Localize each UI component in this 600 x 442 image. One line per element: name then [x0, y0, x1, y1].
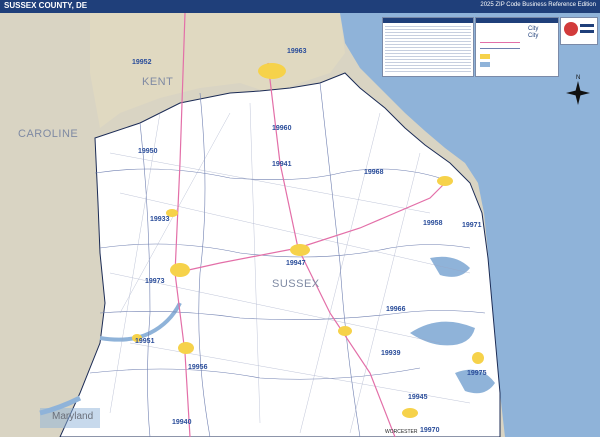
zip-label: 19940	[172, 419, 192, 426]
legend-city-2: City	[528, 33, 539, 39]
compass-north-label: N	[576, 75, 580, 81]
legend-urban-swatch	[480, 54, 490, 59]
region-kent: KENT	[142, 76, 173, 88]
title-bar: SUSSEX COUNTY, DE 2025 ZIP Code Business…	[0, 0, 600, 13]
logo-text-bar	[580, 24, 594, 27]
urban-lewes	[437, 176, 453, 186]
urban-millsboro	[338, 326, 352, 336]
zip-label: 19947	[286, 260, 306, 267]
legend-zip-line	[480, 48, 520, 49]
zip-label: 19950	[138, 148, 158, 155]
publisher-logo	[560, 17, 598, 45]
zip-label: 19941	[272, 161, 292, 168]
legend-water-swatch	[480, 62, 490, 67]
map-legend-header	[476, 18, 558, 23]
urban-laurel	[178, 342, 194, 354]
zip-label: 19970	[420, 427, 440, 434]
urban-milford	[258, 63, 286, 79]
zip-legend-header	[383, 18, 473, 23]
zip-label: 19945	[408, 394, 428, 401]
urban-bethany	[472, 352, 484, 364]
legend-city-1: City	[528, 26, 539, 32]
zip-label: 19973	[145, 278, 165, 285]
logo-globe-icon	[564, 22, 578, 36]
map-title: SUSSEX COUNTY, DE	[4, 1, 88, 10]
zip-label: 19971	[462, 222, 482, 229]
region-worcester: WORCESTER	[385, 429, 418, 435]
urban-selbyville	[402, 408, 418, 418]
map-edition: 2025 ZIP Code Business Reference Edition	[480, 2, 596, 8]
zip-legend-table	[382, 17, 474, 77]
zip-label: 19966	[386, 306, 406, 313]
map-canvas[interactable]: KENT CAROLINE SUSSEX Maryland WORCESTER …	[0, 12, 600, 438]
zip-label: 19956	[188, 364, 208, 371]
zip-label: 19958	[423, 220, 443, 227]
region-maryland: Maryland	[52, 411, 93, 422]
map-frame: SUSSEX COUNTY, DE 2025 ZIP Code Business…	[0, 0, 600, 438]
map-legend: City City	[475, 17, 559, 77]
zip-label: 19951	[135, 338, 155, 345]
logo-text-bar	[580, 30, 594, 33]
urban-georgetown	[290, 244, 310, 256]
zip-label: 19975	[467, 370, 487, 377]
zip-legend-rows	[385, 24, 471, 74]
zip-label: 19933	[150, 216, 170, 223]
region-caroline: CAROLINE	[18, 128, 78, 140]
zip-label: 19963	[287, 48, 307, 55]
zip-label: 19952	[132, 59, 152, 66]
legend-highway-line	[480, 42, 520, 43]
zip-label: 19960	[272, 125, 292, 132]
zip-label: 19968	[364, 169, 384, 176]
zip-label: 19939	[381, 350, 401, 357]
region-sussex: SUSSEX	[272, 278, 320, 290]
urban-seaford	[170, 263, 190, 277]
